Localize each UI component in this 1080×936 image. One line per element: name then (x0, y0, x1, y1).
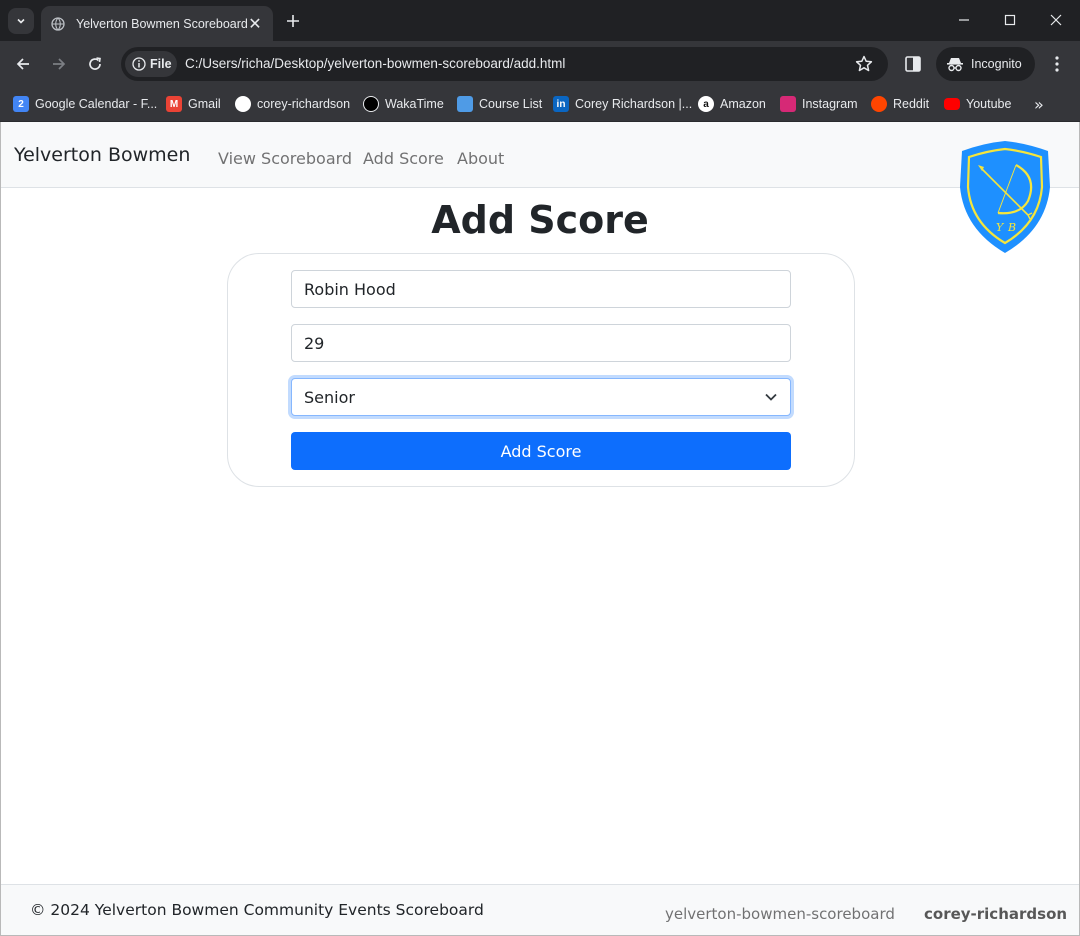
bookmark-label: Instagram (802, 97, 858, 111)
browser-tab-active[interactable]: Yelverton Bowmen Scoreboard ✕ (41, 6, 273, 41)
close-window-button[interactable] (1042, 8, 1070, 32)
back-button[interactable] (11, 52, 35, 76)
footer-copyright: © 2024 Yelverton Bowmen Community Events… (30, 901, 484, 919)
bookmark-label: WakaTime (385, 97, 444, 111)
info-icon (132, 57, 146, 71)
bookmarks-overflow-icon[interactable]: » (1034, 95, 1044, 114)
minimize-button[interactable] (950, 8, 978, 32)
bookmark-item[interactable]: a Amazon (698, 93, 766, 115)
plus-icon (287, 15, 299, 27)
nav-link-view-scoreboard[interactable]: View Scoreboard (218, 149, 352, 168)
incognito-icon (947, 58, 963, 72)
forward-button[interactable] (47, 52, 71, 76)
profile-label: Incognito (971, 57, 1022, 71)
add-score-form: Robin Hood 29 Senior Add Score (227, 253, 855, 487)
bookmark-label: Gmail (188, 97, 221, 111)
reload-button[interactable] (83, 52, 107, 76)
reload-icon (89, 57, 101, 70)
category-selected-value: Senior (304, 387, 355, 407)
bookmark-item[interactable]: Youtube (944, 93, 1011, 115)
nav-link-about[interactable]: About (457, 149, 504, 168)
amazon-icon: a (698, 96, 714, 112)
page-viewport: Yelverton Bowmen View Scoreboard Add Sco… (0, 122, 1080, 936)
bookmarks-bar: » 2 Google Calendar - F... M Gmail corey-ric… (0, 87, 1080, 122)
google-calendar-icon: 2 (13, 96, 29, 112)
chevron-down-icon (17, 18, 25, 24)
arrow-right-icon (53, 58, 66, 70)
browser-menu-button[interactable] (1048, 53, 1066, 75)
bookmark-item[interactable]: 2 Google Calendar - F... (13, 93, 157, 115)
bookmark-label: Google Calendar - F... (35, 97, 158, 111)
browser-tab-bar: Yelverton Bowmen Scoreboard ✕ (0, 0, 1080, 41)
linkedin-icon: in (553, 96, 569, 112)
site-footer: © 2024 Yelverton Bowmen Community Events… (1, 884, 1079, 935)
maximize-button[interactable] (996, 8, 1024, 32)
gmail-icon: M (166, 96, 182, 112)
more-vertical-icon (1055, 56, 1059, 72)
bookmark-label: corey-richardson (257, 97, 351, 111)
footer-link-repo[interactable]: yelverton-bowmen-scoreboard (665, 905, 895, 923)
archer-name-input[interactable]: Robin Hood (291, 270, 791, 308)
minimize-icon (959, 19, 969, 21)
site-info-chip[interactable]: File (125, 51, 177, 77)
tab-search-button[interactable] (8, 8, 34, 34)
youtube-icon (944, 98, 960, 110)
score-value: 29 (304, 333, 325, 353)
reddit-icon (871, 96, 887, 112)
instagram-icon (780, 96, 796, 112)
browser-toolbar: File C:/Users/richa/Desktop/yelverton-bo… (0, 41, 1080, 87)
course-list-icon (457, 96, 473, 112)
page-title: Add Score (431, 198, 649, 242)
site-chip-label: File (150, 57, 172, 71)
bookmark-item[interactable]: Reddit (871, 93, 929, 115)
side-panel-icon[interactable] (904, 55, 922, 73)
category-select[interactable]: Senior (291, 378, 791, 416)
bookmark-label: Youtube (966, 97, 1012, 111)
bookmark-label: Amazon (720, 97, 766, 111)
tab-title: Yelverton Bowmen Scoreboard (76, 16, 247, 31)
incognito-chip[interactable]: Incognito (936, 47, 1035, 81)
chevron-down-icon (765, 393, 777, 401)
bookmark-item[interactable]: Instagram (780, 93, 858, 115)
site-navbar: Yelverton Bowmen View Scoreboard Add Sco… (1, 122, 1079, 188)
url-text[interactable]: C:/Users/richa/Desktop/yelverton-bowmen-… (185, 56, 565, 71)
bookmark-item[interactable]: M Gmail (166, 93, 221, 115)
bookmark-item[interactable]: corey-richardson (235, 93, 350, 115)
navbar-brand[interactable]: Yelverton Bowmen (14, 144, 190, 166)
wakatime-icon (363, 96, 379, 112)
bookmark-label: Reddit (893, 97, 930, 111)
close-icon (1050, 14, 1062, 26)
nav-link-add-score[interactable]: Add Score (363, 149, 444, 168)
globe-icon (51, 16, 65, 31)
add-score-button[interactable]: Add Score (291, 432, 791, 470)
bookmark-label: Course List (479, 97, 543, 111)
tab-close-icon[interactable]: ✕ (247, 14, 263, 33)
maximize-icon (1004, 14, 1016, 26)
arrow-left-icon (16, 58, 29, 70)
score-input[interactable]: 29 (291, 324, 791, 362)
github-icon (235, 96, 251, 112)
archer-name-value: Robin Hood (304, 279, 396, 299)
footer-link-author[interactable]: corey-richardson (924, 905, 1067, 923)
new-tab-button[interactable] (282, 10, 304, 32)
bookmark-item[interactable]: in Corey Richardson |... (553, 93, 692, 115)
bookmark-item[interactable]: Course List (457, 93, 542, 115)
bookmark-label: Corey Richardson |... (575, 97, 693, 111)
star-icon[interactable] (854, 54, 874, 74)
bookmark-item[interactable]: WakaTime (363, 93, 444, 115)
address-bar[interactable]: File C:/Users/richa/Desktop/yelverton-bo… (121, 47, 888, 81)
